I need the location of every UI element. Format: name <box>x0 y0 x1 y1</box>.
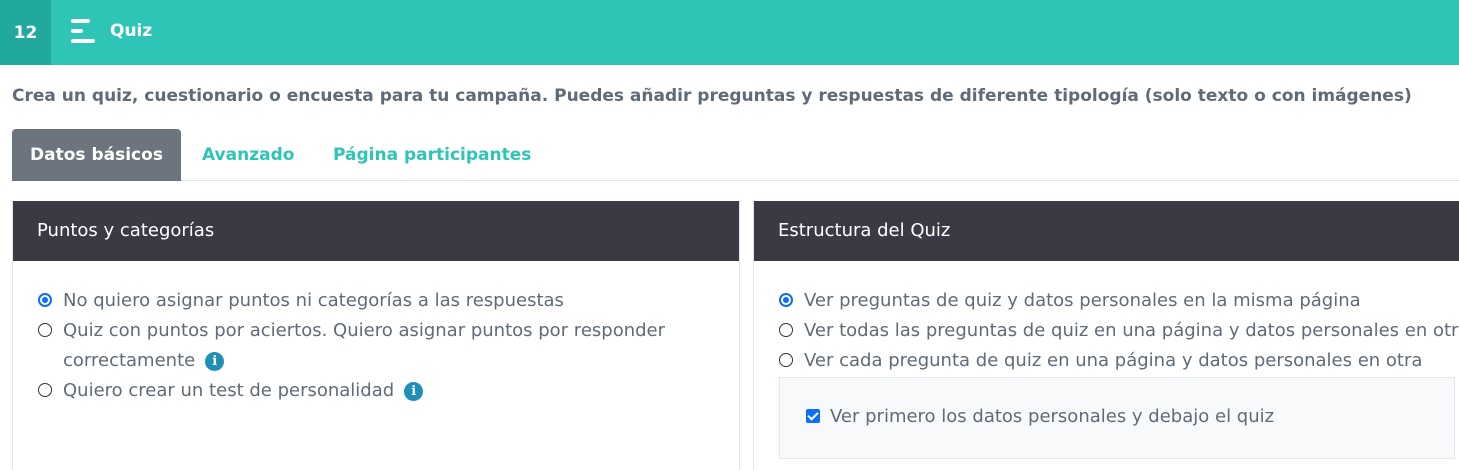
section-title: Quiz <box>110 21 153 41</box>
tab-avanzado[interactable]: Avanzado <box>202 129 294 181</box>
intro-text: Crea un quiz, cuestionario o encuesta pa… <box>12 86 1412 106</box>
tab-bar: Datos básicos Avanzado Página participan… <box>12 129 1459 181</box>
menu-lines-icon[interactable] <box>71 19 96 43</box>
option-label: Ver cada pregunta de quiz en una página … <box>804 350 1423 371</box>
option-label: Quiz con puntos por aciertos. Quiero asi… <box>63 320 666 341</box>
option-label: No quiero asignar puntos ni categorías a… <box>63 290 564 311</box>
option-label-continuation: correctamente <box>63 350 196 371</box>
radio-no-points[interactable] <box>38 293 52 307</box>
radio-same-page[interactable] <box>779 293 793 307</box>
option-label: Ver todas las preguntas de quiz en una p… <box>804 320 1459 341</box>
panel-header: Puntos y categorías <box>13 201 739 261</box>
info-circle-icon[interactable]: i <box>205 352 225 371</box>
radio-each-question-page[interactable] <box>779 353 793 367</box>
panel-header: Estructura del Quiz <box>754 201 1459 261</box>
tab-pagina-participantes[interactable]: Página participantes <box>333 129 531 181</box>
info-circle-icon[interactable]: i <box>404 382 424 401</box>
radio-points-correct[interactable] <box>38 323 52 337</box>
option-label: Ver preguntas de quiz y datos personales… <box>804 290 1361 311</box>
step-number-badge: 12 <box>0 0 51 65</box>
option-label-line2: correctamente i <box>63 346 225 376</box>
checkbox-personal-data-first[interactable] <box>806 409 820 423</box>
option-label-row: Quiero crear un test de personalidad i <box>63 376 424 406</box>
tab-datos-basicos[interactable]: Datos básicos <box>12 129 181 181</box>
radio-all-one-page[interactable] <box>779 323 793 337</box>
checkbox-label: Ver primero los datos personales y debaj… <box>830 406 1275 427</box>
radio-personality-test[interactable] <box>38 383 52 397</box>
option-label: Quiero crear un test de personalidad <box>63 380 395 401</box>
top-bar: 12 Quiz <box>0 0 1459 65</box>
